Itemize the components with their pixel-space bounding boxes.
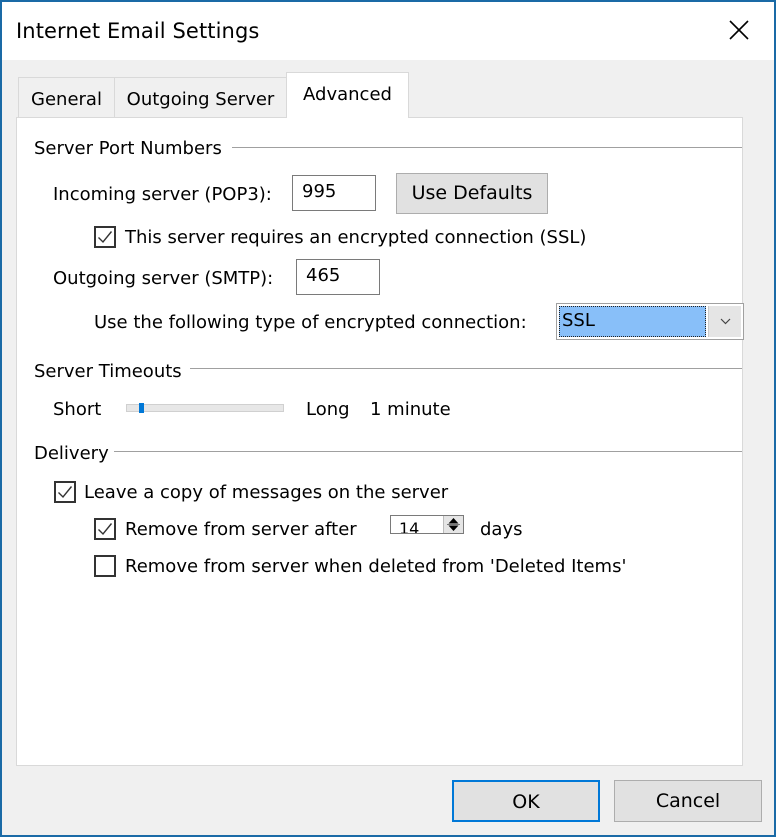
leave-copy-label: Leave a copy of messages on the server: [84, 482, 449, 503]
group-divider: [190, 368, 742, 369]
tab-outgoing-server-label: Outgoing Server: [126, 89, 275, 110]
outgoing-server-label: Outgoing server (SMTP):: [53, 268, 274, 289]
remove-deleted-label: Remove from server when deleted from 'De…: [125, 556, 627, 577]
spinner-buttons[interactable]: [443, 516, 463, 533]
incoming-port-input[interactable]: 995: [292, 175, 376, 211]
remove-after-checkbox[interactable]: [94, 518, 116, 540]
checkmark-icon: [98, 523, 113, 536]
title-bar: Internet Email Settings: [2, 2, 774, 60]
outgoing-port-input[interactable]: 465: [296, 259, 380, 295]
close-icon: [729, 20, 749, 40]
tab-advanced[interactable]: Advanced: [286, 72, 409, 118]
tab-outgoing-server[interactable]: Outgoing Server: [114, 77, 287, 117]
checkmark-icon: [58, 486, 73, 499]
timeout-short-label: Short: [53, 399, 102, 420]
server-port-numbers-heading: Server Port Numbers: [34, 138, 222, 159]
incoming-server-label: Incoming server (POP3):: [53, 184, 272, 205]
remove-deleted-checkbox[interactable]: [94, 555, 116, 577]
delivery-heading: Delivery: [34, 443, 109, 464]
dialog-window: Internet Email Settings General Outgoing…: [0, 0, 776, 837]
ssl-required-checkbox[interactable]: [94, 226, 116, 248]
ok-button[interactable]: OK: [452, 780, 600, 822]
ssl-required-label: This server requires an encrypted connec…: [125, 227, 587, 248]
use-defaults-button[interactable]: Use Defaults: [396, 173, 548, 214]
advanced-tab-panel: [16, 117, 743, 766]
server-timeouts-heading: Server Timeouts: [34, 361, 182, 382]
remove-after-days-spinner[interactable]: 14: [390, 515, 464, 534]
encryption-type-label: Use the following type of encrypted conn…: [94, 312, 527, 333]
leave-copy-checkbox[interactable]: [54, 481, 76, 503]
spinner-up-down-icon: [447, 518, 460, 531]
timeout-value: 1 minute: [370, 399, 451, 420]
chevron-down-icon: [720, 318, 731, 325]
tab-advanced-label: Advanced: [303, 84, 392, 105]
dropdown-button[interactable]: [708, 306, 741, 337]
encryption-type-dropdown[interactable]: SSL: [556, 303, 744, 340]
server-timeout-slider[interactable]: [126, 403, 284, 413]
dialog-title: Internet Email Settings: [16, 19, 260, 43]
close-button[interactable]: [726, 17, 752, 43]
group-divider: [232, 147, 742, 148]
encryption-type-selected: SSL: [559, 306, 706, 337]
checkmark-icon: [98, 231, 113, 244]
timeout-long-label: Long: [306, 399, 350, 420]
tab-general-label: General: [31, 89, 102, 110]
remove-after-days-value[interactable]: 14: [399, 518, 419, 533]
slider-thumb[interactable]: [139, 403, 144, 413]
remove-after-label: Remove from server after: [125, 519, 357, 540]
cancel-button[interactable]: Cancel: [614, 780, 762, 822]
tab-general[interactable]: General: [18, 77, 115, 117]
days-label: days: [480, 519, 523, 540]
group-divider: [114, 451, 742, 452]
